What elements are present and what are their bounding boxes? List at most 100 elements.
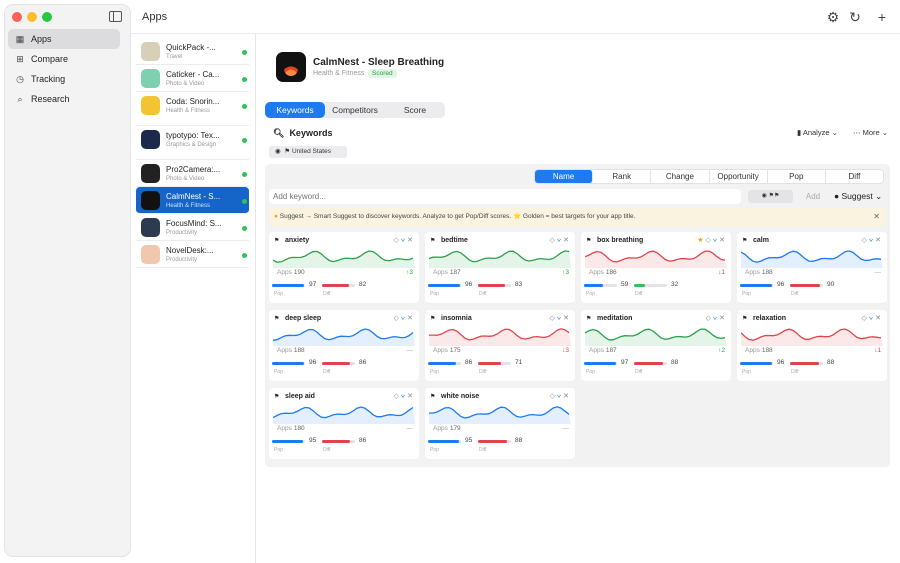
popularity-fill: [272, 284, 304, 287]
close-icon[interactable]: ✕: [875, 315, 883, 322]
close-icon[interactable]: ✕: [563, 393, 571, 400]
status-dot: [242, 77, 247, 82]
app-list-item[interactable]: NovelDesk:... Productivity: [136, 241, 249, 268]
app-icon: [141, 191, 160, 210]
close-icon[interactable]: ✕: [563, 315, 571, 322]
lightbulb-icon: ●: [834, 191, 840, 201]
zoom-window-button[interactable]: [42, 12, 52, 22]
sidebar-item-research[interactable]: ⌕ Research: [8, 89, 120, 109]
keyword-card[interactable]: ⚑ box breathing ★◇⩒✕ Apps 186 ↓1 59 32 Pop Diff: [581, 232, 731, 303]
keyword-card[interactable]: ⚑ deep sleep ◇⩒✕ Apps 188 — 96 86 Pop Diff: [269, 310, 419, 381]
app-list-item[interactable]: typotypo: Tex... Graphics & Design: [136, 126, 249, 160]
difficulty-fill: [322, 284, 350, 287]
apps-value: 188: [761, 269, 773, 276]
tip-text: Suggest → Smart Suggest to discover keyw…: [279, 213, 636, 220]
keyword-card[interactable]: ⚑ calm ◇⩒✕ Apps 188 — 96 90 Pop Diff: [737, 232, 887, 303]
app-category: Travel: [166, 54, 183, 60]
tag-icon[interactable]: ◇: [705, 315, 712, 322]
tag-icon[interactable]: ◇: [549, 393, 556, 400]
tip-banner: ● Suggest → Smart Suggest to discover ke…: [269, 208, 886, 226]
analyze-menu[interactable]: ▮ Analyze ⌄: [797, 128, 838, 137]
tag-icon[interactable]: ◇: [393, 315, 400, 322]
sidebar-toggle-icon[interactable]: [109, 11, 122, 22]
sort-pop[interactable]: Pop: [768, 170, 826, 183]
analyze-label: Analyze: [802, 128, 830, 137]
rank-change: —: [562, 425, 570, 432]
difficulty-bar: [634, 362, 667, 365]
close-icon[interactable]: ✕: [875, 237, 883, 244]
trend-sparkline: [429, 328, 571, 346]
difficulty-fill: [478, 362, 502, 365]
keyword-card[interactable]: ⚑ sleep aid ◇⩒✕ Apps 180 — 95 86 Pop Diff: [269, 388, 419, 459]
minimize-window-button[interactable]: [27, 12, 37, 22]
tag-icon[interactable]: ◇: [861, 237, 868, 244]
keyword-card[interactable]: ⚑ bedtime ◇⩒✕ Apps 187 ↑3 96 83 Pop Diff: [425, 232, 575, 303]
keyword-card[interactable]: ⚑ insomnia ◇⩒✕ Apps 175 ↓3 86 71 Pop Diff: [425, 310, 575, 381]
sort-opportunity[interactable]: Opportunity: [710, 170, 768, 183]
keyword-card[interactable]: ⚑ anxiety ◇⩒✕ Apps 190 ↑3 97 82 Pop Diff: [269, 232, 419, 303]
sort-name[interactable]: Name: [535, 170, 594, 183]
tab-score[interactable]: Score: [385, 102, 445, 118]
app-list-item[interactable]: QuickPack -... Travel: [136, 38, 249, 65]
add-button[interactable]: Add: [798, 190, 828, 203]
sidebar-item-compare[interactable]: ⊞ Compare: [8, 49, 120, 69]
app-list-item[interactable]: Caticker - Ca... Photo & Video: [136, 65, 249, 92]
tab-keywords[interactable]: Keywords: [265, 102, 325, 118]
tag-icon[interactable]: ◇: [549, 315, 556, 322]
titlebar: Apps ⚙ ↻ +: [0, 0, 900, 33]
suggest-button[interactable]: ● Suggest ⌄: [834, 190, 882, 203]
status-dot: [242, 253, 247, 258]
keyword-card[interactable]: ⚑ relaxation ◇⩒✕ Apps 188 ↓1 96 88 Pop Diff: [737, 310, 887, 381]
keyword-card[interactable]: ⚑ meditation ◇⩒✕ Apps 187 ↑2 97 88 Pop Diff: [581, 310, 731, 381]
tag-icon[interactable]: ◇: [393, 237, 400, 244]
apps-label: Apps: [745, 269, 760, 276]
tag-icon[interactable]: ◇: [705, 237, 712, 244]
app-list-item[interactable]: FocusMind: S... Productivity: [136, 214, 249, 241]
popularity-label: Pop: [430, 369, 439, 375]
close-icon[interactable]: ✕: [719, 315, 727, 322]
sort-rank[interactable]: Rank: [593, 170, 652, 183]
close-icon[interactable]: ✕: [407, 315, 415, 322]
more-menu[interactable]: ⋯ More ⌄: [853, 128, 888, 137]
keyword-card[interactable]: ⚑ white noise ◇⩒✕ Apps 179 — 95 88 Pop Diff: [425, 388, 575, 459]
tab-competitors[interactable]: Competitors: [325, 102, 385, 118]
close-icon[interactable]: ✕: [873, 208, 880, 226]
sort-change[interactable]: Change: [651, 170, 710, 183]
close-window-button[interactable]: [12, 12, 22, 22]
card-actions: ◇⩒✕: [549, 236, 571, 245]
apps-value: 179: [449, 425, 461, 432]
app-list-item[interactable]: Pro2Camera:... Photo & Video: [136, 160, 249, 187]
close-icon[interactable]: ✕: [719, 237, 727, 244]
tab-bar: Keywords Competitors Score: [265, 102, 445, 118]
apps-count: Apps 179: [433, 425, 461, 432]
popularity-value: 86: [465, 359, 473, 366]
plus-icon[interactable]: +: [873, 8, 891, 26]
trend-sparkline: [273, 250, 415, 268]
country-flags-chip[interactable]: ◉ ⚑⚑: [748, 190, 793, 203]
close-icon[interactable]: ✕: [407, 393, 415, 400]
app-name: NovelDesk:...: [166, 246, 214, 255]
popularity-bar: [272, 440, 305, 443]
country-selector[interactable]: ◉ ⚑ United States: [269, 146, 347, 158]
us-flag-icon: ⚑: [586, 316, 592, 322]
sidebar-item-apps[interactable]: ▦ Apps: [8, 29, 120, 49]
sort-diff[interactable]: Diff: [826, 170, 883, 183]
sidebar-item-tracking[interactable]: ◷ Tracking: [8, 69, 120, 89]
status-badge: Scored: [368, 69, 397, 78]
suggest-label: Suggest: [841, 191, 873, 201]
refresh-icon[interactable]: ↻: [846, 8, 864, 26]
add-keyword-input[interactable]: [269, 189, 741, 204]
tag-icon[interactable]: ◇: [393, 393, 400, 400]
tag-icon[interactable]: ◇: [549, 237, 556, 244]
close-icon[interactable]: ✕: [407, 237, 415, 244]
app-list-item[interactable]: Coda: Snorin... Health & Fitness: [136, 92, 249, 126]
close-icon[interactable]: ✕: [563, 237, 571, 244]
app-icon: [141, 245, 160, 264]
app-icon: [141, 96, 160, 115]
trend-sparkline: [429, 250, 571, 268]
apps-label: Apps: [589, 347, 604, 354]
gear-icon[interactable]: ⚙: [824, 8, 842, 26]
app-list-item[interactable]: CalmNest - S... Health & Fitness: [136, 187, 249, 214]
apps-count: Apps 175: [433, 347, 461, 354]
tag-icon[interactable]: ◇: [861, 315, 868, 322]
